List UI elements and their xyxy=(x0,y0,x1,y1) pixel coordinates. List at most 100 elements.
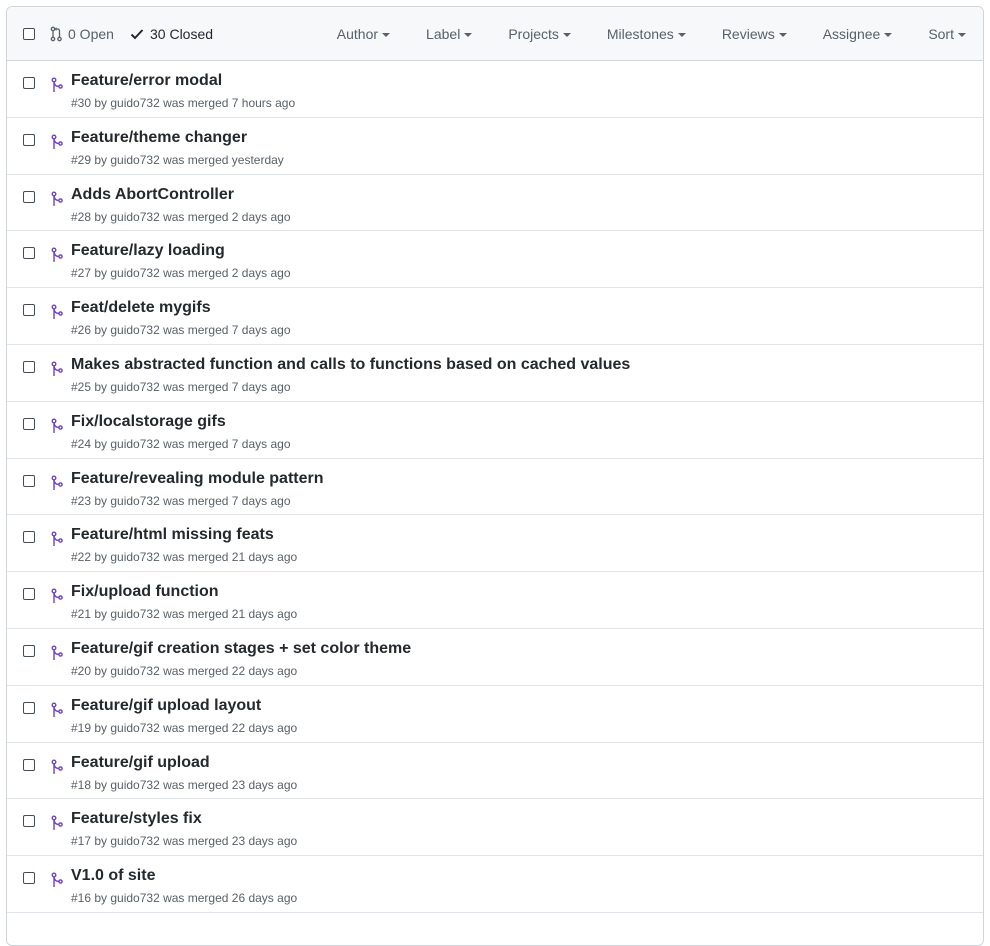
pull-request-meta: #25 by guido732 was merged 7 days ago xyxy=(71,379,291,394)
pull-request-title-link[interactable]: Feat/delete mygifs xyxy=(71,298,211,318)
pull-request-row[interactable]: V1.0 of site #16 by guido732 was merged 2… xyxy=(7,856,983,913)
row-checkbox[interactable] xyxy=(23,701,35,714)
row-checkbox[interactable] xyxy=(23,133,35,146)
row-checkbox[interactable] xyxy=(23,360,35,373)
row-checkbox[interactable] xyxy=(23,644,35,657)
assignee-filter-label: Assignee xyxy=(822,26,881,42)
pull-request-meta: #18 by guido732 was merged 23 days ago xyxy=(71,777,298,792)
caret-down-icon xyxy=(382,32,391,37)
pull-request-title-link[interactable]: Feature/gif upload layout xyxy=(71,696,261,716)
pull-request-meta: #28 by guido732 was merged 2 days ago xyxy=(71,209,291,224)
pull-request-row[interactable]: Feature/gif upload #18 by guido732 was me… xyxy=(7,743,983,800)
pull-request-meta: #24 by guido732 was merged 7 days ago xyxy=(71,436,291,451)
pull-request-title-link[interactable]: Fix/localstorage gifs xyxy=(71,412,226,432)
row-checkbox[interactable] xyxy=(23,77,35,89)
git-merge-icon xyxy=(51,418,63,433)
pull-request-meta: #20 by guido732 was merged 22 days ago xyxy=(71,663,298,678)
git-merge-icon xyxy=(51,304,63,320)
row-checkbox[interactable] xyxy=(23,531,35,544)
projects-filter-dropdown[interactable]: Projects xyxy=(508,26,571,42)
pull-request-row[interactable]: Makes abstracted function and calls to f… xyxy=(7,345,983,402)
pull-request-title-link[interactable]: Fix/upload function xyxy=(71,582,219,602)
git-merge-icon xyxy=(51,759,63,774)
sort-dropdown[interactable]: Sort xyxy=(928,26,966,42)
open-filter-link[interactable]: 0 Open xyxy=(50,26,114,42)
list-header: 0 Open 30 Closed Author Label Projects M… xyxy=(7,7,983,61)
pull-request-rows: Feature/error modal #30 by guido732 was m… xyxy=(7,61,983,913)
row-checkbox[interactable] xyxy=(23,247,35,260)
pull-request-title-link[interactable]: Feature/error modal xyxy=(71,71,222,91)
pull-request-row[interactable]: Feature/styles fix #17 by guido732 was me… xyxy=(7,799,983,857)
pull-request-row[interactable]: Feature/theme changer #29 by guido732 was… xyxy=(7,118,983,175)
pull-request-row[interactable]: Feature/revealing module pattern #23 by g… xyxy=(7,459,983,516)
pull-request-meta: #30 by guido732 was merged 7 hours ago xyxy=(71,96,296,110)
git-merge-icon xyxy=(51,872,63,888)
caret-down-icon xyxy=(677,32,686,37)
git-merge-icon xyxy=(51,815,63,831)
pull-request-row[interactable]: Feature/html missing feats #22 by guido73… xyxy=(7,515,983,573)
closed-filter-link[interactable]: 30 Closed xyxy=(130,26,213,42)
pull-request-title-link[interactable]: Feature/revealing module pattern xyxy=(71,469,324,489)
git-merge-icon xyxy=(51,588,63,604)
milestones-filter-label: Milestones xyxy=(606,26,674,42)
milestones-filter-dropdown[interactable]: Milestones xyxy=(607,26,686,42)
pull-request-meta: #26 by guido732 was merged 7 days ago xyxy=(71,323,291,338)
pull-request-meta: #22 by guido732 was merged 21 days ago xyxy=(71,550,298,565)
closed-count-label: 30 Closed xyxy=(150,26,214,42)
filter-menu: Author Label Projects Milestones Reviews… xyxy=(337,26,983,42)
select-all-checkbox[interactable] xyxy=(23,28,35,40)
pull-request-row[interactable]: Feat/delete mygifs #26 by guido732 was me… xyxy=(7,288,983,345)
pull-request-meta: #19 by guido732 was merged 22 days ago xyxy=(71,720,298,735)
pull-request-row[interactable]: Fix/upload function #21 by guido732 was m… xyxy=(7,572,983,629)
caret-down-icon xyxy=(778,32,787,37)
pull-request-title-link[interactable]: Feature/theme changer xyxy=(71,128,247,148)
reviews-filter-dropdown[interactable]: Reviews xyxy=(722,26,787,42)
pull-request-title-link[interactable]: Makes abstracted function and calls to f… xyxy=(71,355,630,375)
pull-request-meta: #27 by guido732 was merged 2 days ago xyxy=(71,266,291,281)
row-checkbox[interactable] xyxy=(23,474,35,487)
pull-request-meta: #17 by guido732 was merged 23 days ago xyxy=(71,834,298,849)
reviews-filter-label: Reviews xyxy=(721,26,775,42)
row-checkbox[interactable] xyxy=(23,304,35,317)
pull-request-row[interactable]: Feature/lazy loading #27 by guido732 was … xyxy=(7,231,983,289)
git-merge-icon xyxy=(51,531,63,547)
pull-request-title-link[interactable]: Feature/styles fix xyxy=(71,809,202,829)
row-checkbox[interactable] xyxy=(23,417,35,430)
row-checkbox[interactable] xyxy=(23,588,35,601)
pull-request-title-link[interactable]: Feature/gif upload xyxy=(71,753,210,773)
assignee-filter-dropdown[interactable]: Assignee xyxy=(823,26,893,42)
pull-request-meta: #29 by guido732 was merged yesterday xyxy=(71,152,284,167)
projects-filter-label: Projects xyxy=(508,26,559,42)
label-filter-dropdown[interactable]: Label xyxy=(426,26,473,42)
pull-request-title-link[interactable]: V1.0 of site xyxy=(71,866,155,886)
row-checkbox[interactable] xyxy=(23,190,35,203)
git-merge-icon xyxy=(51,134,63,149)
label-filter-label: Label xyxy=(426,26,461,42)
check-icon xyxy=(130,29,144,40)
caret-down-icon xyxy=(958,32,966,37)
pull-requests-list: 0 Open 30 Closed Author Label Projects M… xyxy=(6,6,984,946)
pull-request-meta: #23 by guido732 was merged 7 days ago xyxy=(71,493,291,508)
row-checkbox[interactable] xyxy=(23,872,35,885)
pull-request-title-link[interactable]: Feature/lazy loading xyxy=(71,241,225,261)
pull-request-row[interactable]: Adds AbortController #28 by guido732 was … xyxy=(7,175,983,232)
pull-request-title-link[interactable]: Feature/html missing feats xyxy=(71,525,274,545)
open-count-label: 0 Open xyxy=(68,26,114,42)
caret-down-icon xyxy=(464,32,473,37)
pull-request-row[interactable]: Feature/gif upload layout #19 by guido732… xyxy=(7,686,983,743)
row-checkbox[interactable] xyxy=(23,758,35,771)
pull-request-row[interactable]: Fix/localstorage gifs #24 by guido732 was… xyxy=(7,402,983,459)
git-pull-request-icon xyxy=(50,26,62,42)
pull-request-row[interactable]: Feature/gif creation stages + set color … xyxy=(7,629,983,686)
pull-request-meta: #21 by guido732 was merged 21 days ago xyxy=(71,607,298,622)
caret-down-icon xyxy=(884,32,893,37)
pull-request-title-link[interactable]: Feature/gif creation stages + set color … xyxy=(71,639,411,659)
git-merge-icon xyxy=(51,702,63,717)
author-filter-dropdown[interactable]: Author xyxy=(337,26,391,42)
pull-request-row[interactable]: Feature/error modal #30 by guido732 was m… xyxy=(7,61,983,118)
sort-label: Sort xyxy=(928,26,954,42)
git-merge-icon xyxy=(51,361,63,376)
git-merge-icon xyxy=(51,247,63,263)
pull-request-title-link[interactable]: Adds AbortController xyxy=(71,185,234,205)
row-checkbox[interactable] xyxy=(23,815,35,828)
